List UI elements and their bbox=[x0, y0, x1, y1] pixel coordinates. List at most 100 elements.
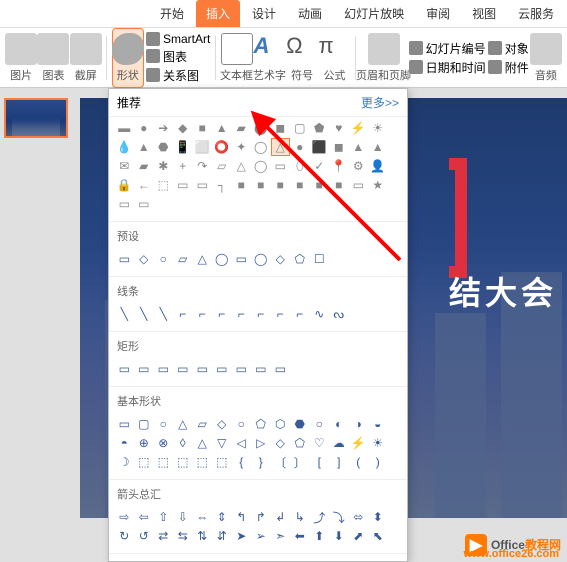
shape-arrows-27[interactable]: ⬉ bbox=[369, 527, 388, 545]
shape-arrows-25[interactable]: ⬇ bbox=[330, 527, 349, 545]
shape-recommend-49[interactable]: ■ bbox=[252, 176, 271, 194]
audio-button[interactable]: 音频 bbox=[531, 31, 561, 85]
shape-recommend-28[interactable]: ✉ bbox=[115, 157, 134, 175]
shape-arrows-1[interactable]: ⇦ bbox=[135, 508, 154, 526]
shape-recommend-7[interactable]: ⬤ bbox=[252, 119, 271, 137]
shape-basic-30[interactable]: ⬚ bbox=[154, 453, 173, 471]
shape-recommend-2[interactable]: ➔ bbox=[154, 119, 173, 137]
shape-recommend-43[interactable]: ← bbox=[135, 176, 154, 194]
shape-arrows-23[interactable]: ⬅ bbox=[291, 527, 310, 545]
shape-basic-31[interactable]: ⬚ bbox=[174, 453, 193, 471]
shape-preset-3[interactable]: ▱ bbox=[174, 250, 193, 268]
shape-recommend-32[interactable]: ↷ bbox=[193, 157, 212, 175]
shape-recommend-37[interactable]: ⬯ bbox=[291, 157, 310, 175]
shape-recommend-55[interactable]: ★ bbox=[369, 176, 388, 194]
shape-lines-11[interactable]: ᔓ bbox=[330, 305, 349, 323]
shape-recommend-39[interactable]: 📍 bbox=[330, 157, 349, 175]
formula-button[interactable]: π公式 bbox=[319, 31, 349, 85]
symbol-button[interactable]: Ω符号 bbox=[287, 31, 317, 85]
shape-arrows-17[interactable]: ⇆ bbox=[174, 527, 193, 545]
relation-button[interactable]: 关系图 bbox=[146, 67, 210, 84]
tab-design[interactable]: 设计 bbox=[242, 0, 286, 27]
shape-rect-6[interactable]: ▭ bbox=[232, 360, 251, 378]
shape-lines-1[interactable]: ╲ bbox=[135, 305, 154, 323]
shape-recommend-31[interactable]: + bbox=[174, 157, 193, 175]
shape-recommend-36[interactable]: ▭ bbox=[271, 157, 290, 175]
shape-recommend-18[interactable]: ⬜ bbox=[193, 138, 212, 156]
shape-arrows-2[interactable]: ⇧ bbox=[154, 508, 173, 526]
shape-basic-11[interactable]: ◐ bbox=[330, 415, 349, 433]
textbox-button[interactable]: 文本框 bbox=[221, 31, 252, 85]
screenshot-button[interactable]: 截屏 bbox=[71, 31, 101, 85]
shape-arrows-4[interactable]: ⇔ bbox=[193, 508, 212, 526]
shape-basic-6[interactable]: ○ bbox=[232, 415, 251, 433]
shape-recommend-40[interactable]: ⚙ bbox=[349, 157, 368, 175]
shape-recommend-57[interactable]: ▭ bbox=[135, 195, 154, 213]
shape-basic-7[interactable]: ⬠ bbox=[252, 415, 271, 433]
shape-recommend-1[interactable]: ● bbox=[135, 119, 154, 137]
shape-arrows-24[interactable]: ⬆ bbox=[310, 527, 329, 545]
shape-basic-10[interactable]: ○ bbox=[310, 415, 329, 433]
shape-recommend-22[interactable]: △ bbox=[271, 138, 290, 156]
shape-recommend-35[interactable]: ◯ bbox=[252, 157, 271, 175]
shape-basic-35[interactable]: } bbox=[252, 453, 271, 471]
shape-basic-32[interactable]: ⬚ bbox=[193, 453, 212, 471]
shape-recommend-25[interactable]: ◼ bbox=[330, 138, 349, 156]
shapes-button[interactable]: 形状 bbox=[112, 28, 144, 88]
shape-rect-1[interactable]: ▭ bbox=[135, 360, 154, 378]
shape-recommend-14[interactable]: 💧 bbox=[115, 138, 134, 156]
shape-recommend-52[interactable]: ■ bbox=[310, 176, 329, 194]
shape-recommend-53[interactable]: ■ bbox=[330, 176, 349, 194]
shape-recommend-5[interactable]: ▲ bbox=[213, 119, 232, 137]
shape-arrows-26[interactable]: ⬈ bbox=[349, 527, 368, 545]
shape-arrows-21[interactable]: ➢ bbox=[252, 527, 271, 545]
shape-recommend-17[interactable]: 📱 bbox=[174, 138, 193, 156]
shape-arrows-0[interactable]: ⇨ bbox=[115, 508, 134, 526]
shape-recommend-16[interactable]: ⬣ bbox=[154, 138, 173, 156]
shape-rect-7[interactable]: ▭ bbox=[252, 360, 271, 378]
shape-preset-1[interactable]: ◇ bbox=[135, 250, 154, 268]
slide-thumbnail-1[interactable] bbox=[4, 98, 68, 138]
shape-basic-38[interactable]: [ bbox=[310, 453, 329, 471]
shape-basic-33[interactable]: ⬚ bbox=[213, 453, 232, 471]
shape-lines-8[interactable]: ⌐ bbox=[271, 305, 290, 323]
shape-recommend-10[interactable]: ⬟ bbox=[310, 119, 329, 137]
shape-preset-6[interactable]: ▭ bbox=[232, 250, 251, 268]
shape-recommend-50[interactable]: ■ bbox=[271, 176, 290, 194]
shape-recommend-56[interactable]: ▭ bbox=[115, 195, 134, 213]
shape-recommend-24[interactable]: ⬛ bbox=[310, 138, 329, 156]
shape-basic-13[interactable]: ◒ bbox=[369, 415, 388, 433]
shape-preset-8[interactable]: ◇ bbox=[271, 250, 290, 268]
shape-arrows-18[interactable]: ⇅ bbox=[193, 527, 212, 545]
shape-recommend-46[interactable]: ▭ bbox=[193, 176, 212, 194]
shape-recommend-26[interactable]: ▲ bbox=[349, 138, 368, 156]
shape-rect-2[interactable]: ▭ bbox=[154, 360, 173, 378]
shape-basic-37[interactable]: 〕 bbox=[291, 453, 310, 471]
shape-recommend-29[interactable]: ▰ bbox=[135, 157, 154, 175]
shape-arrows-16[interactable]: ⇄ bbox=[154, 527, 173, 545]
shape-basic-3[interactable]: △ bbox=[174, 415, 193, 433]
shape-lines-5[interactable]: ⌐ bbox=[213, 305, 232, 323]
shape-rect-3[interactable]: ▭ bbox=[174, 360, 193, 378]
shape-basic-12[interactable]: ◑ bbox=[349, 415, 368, 433]
shape-basic-39[interactable]: ] bbox=[330, 453, 349, 471]
insert-table-button[interactable]: 图表 bbox=[38, 31, 68, 85]
shape-basic-28[interactable]: ☽ bbox=[115, 453, 134, 471]
shape-basic-14[interactable]: ◓ bbox=[115, 434, 134, 452]
shape-rect-0[interactable]: ▭ bbox=[115, 360, 134, 378]
shape-recommend-45[interactable]: ▭ bbox=[174, 176, 193, 194]
wordart-button[interactable]: A艺术字 bbox=[254, 31, 285, 85]
shape-basic-0[interactable]: ▭ bbox=[115, 415, 134, 433]
shape-recommend-42[interactable]: 🔒 bbox=[115, 176, 134, 194]
shape-arrows-12[interactable]: ⬄ bbox=[349, 508, 368, 526]
shape-lines-3[interactable]: ⌐ bbox=[174, 305, 193, 323]
shape-recommend-38[interactable]: ✓ bbox=[310, 157, 329, 175]
shape-arrows-15[interactable]: ↺ bbox=[135, 527, 154, 545]
shape-basic-17[interactable]: ◊ bbox=[174, 434, 193, 452]
shape-arrows-6[interactable]: ↰ bbox=[232, 508, 251, 526]
shape-basic-23[interactable]: ⬠ bbox=[291, 434, 310, 452]
shape-lines-7[interactable]: ⌐ bbox=[252, 305, 271, 323]
object-button[interactable]: 对象 bbox=[488, 40, 529, 57]
shape-basic-18[interactable]: △ bbox=[193, 434, 212, 452]
shape-recommend-27[interactable]: ▲ bbox=[369, 138, 388, 156]
